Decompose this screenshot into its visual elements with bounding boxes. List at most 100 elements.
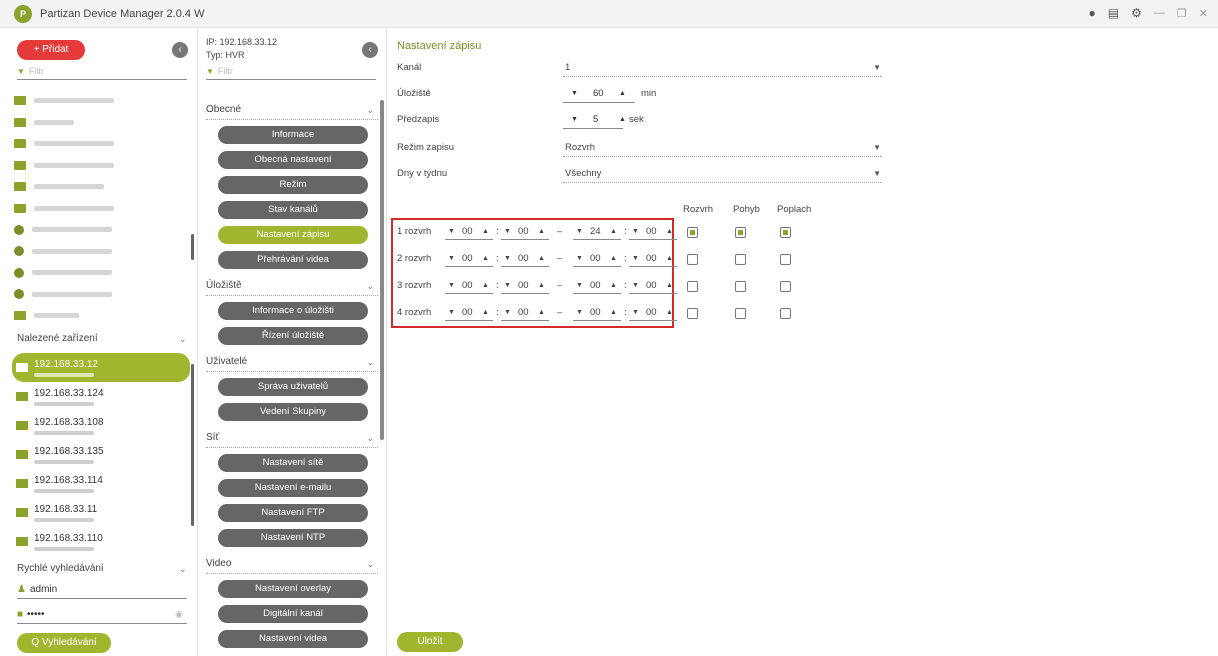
close-icon[interactable]: ✕ [1199,7,1208,20]
chevron-down-icon[interactable]: ⌄ [179,334,187,345]
group-storage[interactable]: Úložiště ⌄ [206,276,378,296]
decrement-icon[interactable]: ▼ [504,309,511,316]
eye-icon[interactable]: ◉ [175,609,183,620]
menu-ftp-settings-button[interactable]: Nastavení FTP [218,504,368,522]
alarm-checkbox[interactable] [780,281,791,292]
increment-icon[interactable]: ▲ [610,228,617,235]
end-hour-stepper[interactable]: ▼ 24 ▲ [573,225,621,240]
increment-icon[interactable]: ▲ [538,309,545,316]
increment-icon[interactable]: ▲ [610,255,617,262]
list-item[interactable]: 192.168.33.135 [12,440,190,469]
menu-network-settings-button[interactable]: Nastavení sítě [218,454,368,472]
list-item[interactable] [14,284,190,306]
minimize-icon[interactable]: — [1154,7,1165,19]
list-item[interactable]: 192.168.33.12 [12,353,190,382]
decrement-icon[interactable]: ▼ [448,228,455,235]
menu-video-settings-button[interactable]: Nastavení videa [218,630,368,648]
menu-overlay-settings-button[interactable]: Nastavení overlay [218,580,368,598]
start-minute-stepper[interactable]: ▼ 00 ▲ [501,252,549,267]
group-users[interactable]: Uživatelé ⌄ [206,352,378,372]
found-device-list[interactable]: 192.168.33.12 192.168.33.124 192.168.33.… [12,353,190,556]
channel-select[interactable]: 1 ▼ [563,62,881,77]
menu-mode-button[interactable]: Režim [218,176,368,194]
menu-storage-info-button[interactable]: Informace o úložišti [218,302,368,320]
chevron-down-icon[interactable]: ⌄ [179,564,187,575]
menu-groups-button[interactable]: Vedení Skupiny [218,403,368,421]
device-filter-input[interactable]: ▼ Filtr [17,66,187,80]
motion-checkbox[interactable] [735,227,746,238]
list-item[interactable] [14,155,190,177]
menu-channel-status-button[interactable]: Stav kanálů [218,201,368,219]
list-item[interactable] [14,133,190,155]
start-minute-stepper[interactable]: ▼ 00 ▲ [501,279,549,294]
start-hour-stepper[interactable]: ▼ 00 ▲ [445,225,493,240]
start-hour-stepper[interactable]: ▼ 00 ▲ [445,306,493,321]
start-minute-stepper[interactable]: ▼ 00 ▲ [501,306,549,321]
menu-info-button[interactable]: Informace [218,126,368,144]
start-hour-stepper[interactable]: ▼ 00 ▲ [445,279,493,294]
menu-record-settings-button[interactable]: Nastavení zápisu [218,226,368,244]
increment-icon[interactable]: ▲ [538,282,545,289]
list-item[interactable] [14,112,190,134]
list-item[interactable]: 192.168.33.110 [12,527,190,556]
end-minute-stepper[interactable]: ▼ 00 ▲ [629,225,677,240]
list-item[interactable] [14,241,190,263]
motion-checkbox[interactable] [735,308,746,319]
list-item[interactable] [14,305,190,322]
decrement-icon[interactable]: ▼ [632,309,639,316]
device-list-scrollbar[interactable] [191,234,194,260]
settings-filter-input[interactable]: ▼ Filtr [206,66,376,80]
menu-ntp-settings-button[interactable]: Nastavení NTP [218,529,368,547]
decrement-icon[interactable]: ▼ [504,255,511,262]
decrement-icon[interactable]: ▼ [576,282,583,289]
alarm-checkbox[interactable] [780,227,791,238]
restore-icon[interactable]: ❐ [1177,7,1187,20]
menu-general-settings-button[interactable]: Obecná nastavení [218,151,368,169]
info-icon[interactable]: ● [1089,6,1096,20]
found-list-scrollbar[interactable] [191,364,194,526]
decrement-icon[interactable]: ▼ [632,228,639,235]
add-device-button[interactable]: + Přidat [17,40,85,60]
decrement-icon[interactable]: ▼ [571,116,578,123]
storage-stepper[interactable]: ▼ 60 ▲ [563,88,635,103]
end-hour-stepper[interactable]: ▼ 00 ▲ [573,279,621,294]
menu-digital-channel-button[interactable]: Digitální kanál [218,605,368,623]
list-icon[interactable]: ▤ [1108,6,1119,20]
list-item[interactable]: 192.168.33.11 [12,498,190,527]
collapse-left-button[interactable]: ‹ [172,42,188,58]
increment-icon[interactable]: ▲ [482,228,489,235]
alarm-checkbox[interactable] [780,308,791,319]
increment-icon[interactable]: ▲ [482,255,489,262]
increment-icon[interactable]: ▲ [610,282,617,289]
decrement-icon[interactable]: ▼ [576,255,583,262]
password-field[interactable]: ■ ••••• ◉ [17,606,187,624]
list-item[interactable]: 192.168.33.108 [12,411,190,440]
increment-icon[interactable]: ▲ [482,282,489,289]
schedule-checkbox[interactable] [687,227,698,238]
decrement-icon[interactable]: ▼ [448,255,455,262]
increment-icon[interactable]: ▲ [666,228,673,235]
alarm-checkbox[interactable] [780,254,791,265]
list-item[interactable] [14,198,190,220]
menu-playback-button[interactable]: Přehrávání videa [218,251,368,269]
list-item[interactable]: 192.168.33.114 [12,469,190,498]
save-button[interactable]: Uložit [397,632,463,652]
list-item[interactable] [14,219,190,241]
decrement-icon[interactable]: ▼ [504,282,511,289]
increment-icon[interactable]: ▲ [619,90,626,97]
decrement-icon[interactable]: ▼ [632,282,639,289]
decrement-icon[interactable]: ▼ [448,309,455,316]
group-network[interactable]: Síť ⌄ [206,428,378,448]
decrement-icon[interactable]: ▼ [504,228,511,235]
list-item[interactable] [14,90,190,112]
end-minute-stepper[interactable]: ▼ 00 ▲ [629,252,677,267]
end-hour-stepper[interactable]: ▼ 00 ▲ [573,306,621,321]
username-field[interactable]: ♟ admin [17,581,187,599]
group-video[interactable]: Video ⌄ [206,554,378,574]
record-mode-select[interactable]: Rozvrh ▼ [563,142,881,157]
search-button[interactable]: Q Vyhledávání [17,633,111,653]
decrement-icon[interactable]: ▼ [576,309,583,316]
gear-icon[interactable]: ⚙ [1131,6,1142,20]
menu-user-management-button[interactable]: Správa uživatelů [218,378,368,396]
schedule-checkbox[interactable] [687,254,698,265]
